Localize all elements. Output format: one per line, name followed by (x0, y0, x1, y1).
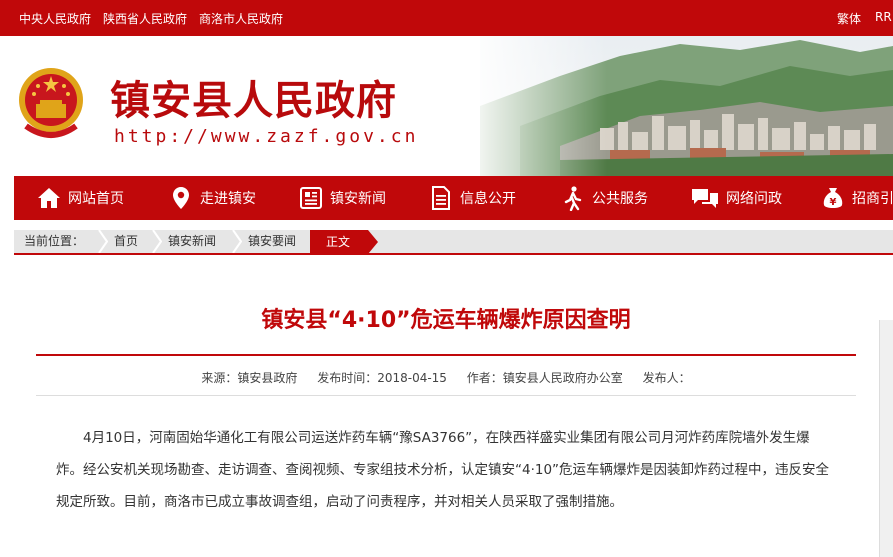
svg-text:¥: ¥ (830, 197, 837, 208)
nav-item-about-zhenan[interactable]: 走进镇安 (168, 176, 256, 220)
breadcrumb-news[interactable]: 镇安新闻 (168, 230, 216, 253)
breadcrumb-home[interactable]: 首页 (114, 230, 138, 253)
breadcrumb-current: 正文 (310, 230, 379, 255)
article-publisher: 发布人： (642, 371, 691, 385)
nav-item-info-disclosure[interactable]: 信息公开 (428, 176, 516, 220)
nav-item-news[interactable]: 镇安新闻 (298, 176, 386, 220)
home-icon (38, 188, 60, 208)
breadcrumb-prefix: 当前位置： (24, 234, 85, 248)
nav-item-label: 招商引 (852, 191, 893, 207)
news-icon (300, 187, 322, 209)
link-shaanxi-government[interactable]: 陕西省人民政府 (103, 10, 187, 27)
nav-item-investment[interactable]: ¥ 招商引 (820, 176, 893, 220)
breadcrumb-separator-icon (152, 230, 162, 253)
nav-item-label: 网站首页 (68, 191, 124, 207)
nav-item-label: 网络问政 (726, 191, 782, 207)
chat-bubbles-icon (692, 189, 718, 208)
language-switch: 繁体 RR (837, 10, 893, 27)
nav-item-public-service[interactable]: 公共服务 (560, 176, 648, 220)
nav-item-label: 公共服务 (592, 191, 648, 207)
nav-item-label: 信息公开 (460, 191, 516, 207)
article-body: 4月10日，河南固始华通化工有限公司运送炸药车辆“豫SA3766”，在陕西祥盛实… (56, 422, 836, 518)
article-publish-time: 发布时间：2018-04-15 (317, 371, 447, 385)
breadcrumb-headlines[interactable]: 镇安要闻 (248, 230, 296, 253)
article-title: 镇安县“4·10”危运车辆爆炸原因查明 (261, 308, 631, 333)
site-name-title: 镇安县人民政府 (110, 77, 397, 124)
link-central-government[interactable]: 中央人民政府 (19, 10, 91, 27)
main-navigation: 网站首页 走进镇安 镇安新闻 信息公开 公共服务 网络问政 ¥ 招商引 (14, 176, 893, 220)
article-source: 来源：镇安县政府 (201, 371, 298, 385)
meta-divider (36, 395, 856, 396)
nav-item-label: 走进镇安 (200, 191, 256, 207)
location-pin-icon (173, 187, 189, 209)
money-bag-icon: ¥ (823, 188, 843, 208)
nav-item-home[interactable]: 网站首页 (36, 176, 124, 220)
national-emblem-logo (19, 68, 83, 138)
top-links: 中央人民政府 陕西省人民政府 商洛市人民政府 (19, 10, 283, 27)
article-paragraph: 4月10日，河南固始华通化工有限公司运送炸药车辆“豫SA3766”，在陕西祥盛实… (56, 430, 830, 510)
breadcrumb-separator-icon (232, 230, 242, 253)
site-url: http://www.zazf.gov.cn (114, 126, 419, 147)
article-meta: 来源：镇安县政府 发布时间：2018-04-15 作者：镇安县人民政府办公室 发… (36, 369, 856, 386)
nav-item-label: 镇安新闻 (330, 191, 386, 207)
top-bar: 中央人民政府 陕西省人民政府 商洛市人民政府 繁体 RR (0, 0, 893, 36)
traditional-chinese-link[interactable]: 繁体 (837, 10, 861, 27)
document-icon (432, 186, 450, 210)
breadcrumb: 当前位置： 首页 镇安新闻 镇安要闻 正文 (14, 230, 893, 255)
nav-item-online-inquiry[interactable]: 网络问政 (690, 176, 782, 220)
person-walking-icon (564, 186, 582, 211)
other-language-link[interactable]: RR (875, 10, 892, 27)
side-panel-edge (879, 320, 893, 557)
link-shangluo-government[interactable]: 商洛市人民政府 (199, 10, 283, 27)
title-divider (36, 354, 856, 356)
breadcrumb-separator-icon (98, 230, 108, 253)
article-author: 作者：镇安县人民政府办公室 (466, 371, 623, 385)
site-banner: 镇安县人民政府 http://www.zazf.gov.cn (0, 36, 893, 176)
